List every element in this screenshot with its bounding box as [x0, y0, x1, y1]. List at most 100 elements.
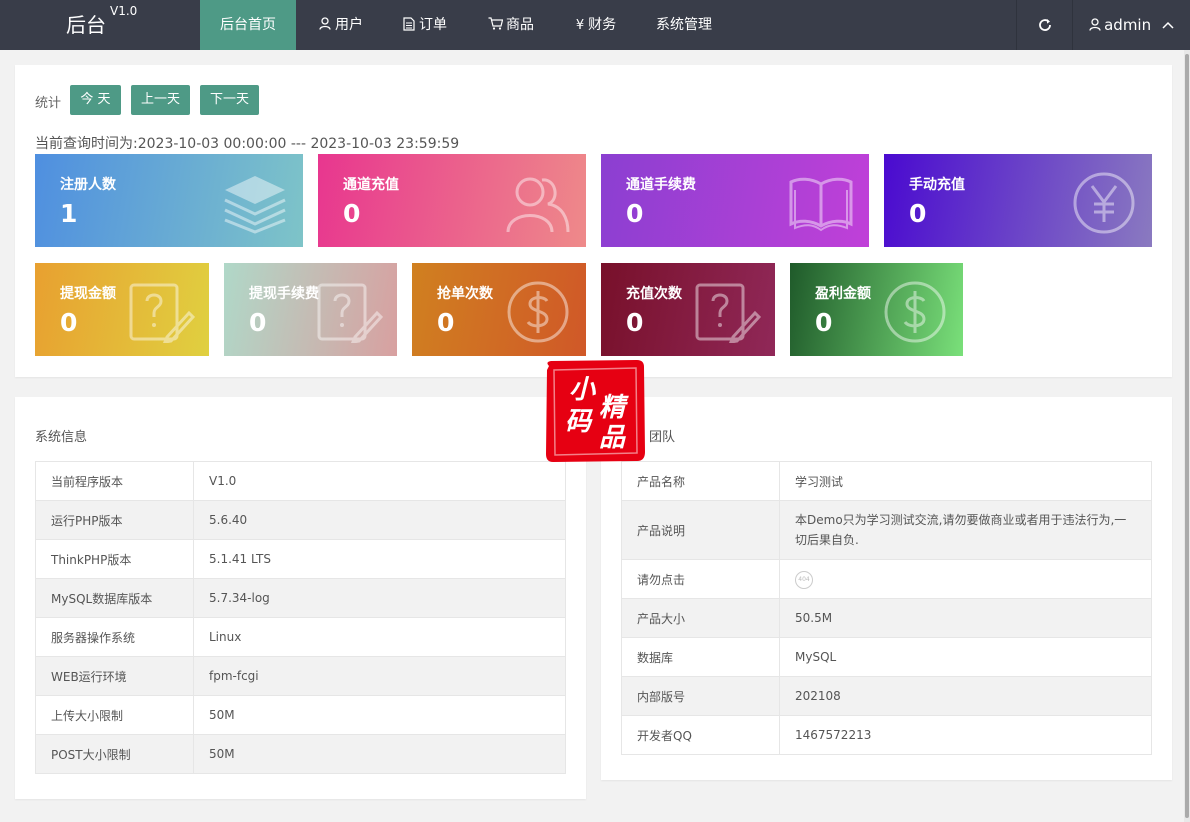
users-icon	[506, 177, 570, 233]
nav-orders[interactable]: 订单	[392, 0, 458, 50]
badge-404[interactable]: 404	[795, 570, 813, 589]
tile-recharge-count[interactable]: 充值次数 0	[601, 263, 775, 356]
scrollbar-thumb[interactable]	[1185, 54, 1189, 818]
refresh-icon	[1038, 19, 1051, 31]
row-value: 5.6.40	[193, 500, 566, 540]
row-key: 数据库	[621, 637, 780, 677]
tile-value: 0	[909, 199, 927, 228]
row-key: 产品说明	[621, 500, 780, 560]
yen-circle-icon	[1073, 172, 1135, 234]
table-row: 开发者QQ 1467572213	[621, 715, 1152, 755]
dollar-circle-icon	[507, 281, 569, 343]
tile-value: 0	[626, 308, 644, 337]
row-key: ThinkPHP版本	[35, 539, 194, 579]
tile-withdraw-amount[interactable]: 提现金额 0	[35, 263, 209, 356]
dollar-circle-icon	[884, 281, 946, 343]
query-time-range: 当前查询时间为:2023-10-03 00:00:00 --- 2023-10-…	[35, 136, 460, 152]
table-row: 请勿点击 404	[621, 559, 1152, 599]
row-key: 请勿点击	[621, 559, 780, 599]
document-icon	[403, 17, 415, 31]
book-icon	[789, 177, 853, 232]
refresh-button[interactable]	[1017, 0, 1072, 50]
tile-manual-recharge[interactable]: 手动充值 0	[884, 154, 1152, 247]
row-key: 服务器操作系统	[35, 617, 194, 657]
table-row: 数据库 MySQL	[621, 637, 1152, 677]
next-day-button[interactable]: 下一天	[200, 85, 259, 115]
tile-value: 0	[815, 308, 833, 337]
tile-value: 1	[60, 199, 78, 228]
table-row: 产品大小 50.5M	[621, 598, 1152, 638]
user-icon	[319, 17, 331, 30]
panel-title: 系统信息	[35, 430, 88, 445]
row-value: MySQL	[779, 637, 1152, 677]
svg-text:品: 品	[599, 423, 626, 453]
row-key: POST大小限制	[35, 734, 194, 774]
question-edit-icon	[317, 283, 383, 343]
nav-products[interactable]: 商品	[478, 0, 544, 50]
yen-icon: ¥	[575, 18, 585, 33]
table-row: ThinkPHP版本 5.1.41 LTS	[35, 539, 566, 579]
nav-system[interactable]: 系统管理	[646, 0, 722, 50]
tile-value: 0	[60, 308, 78, 337]
vertical-scrollbar[interactable]	[1184, 50, 1190, 822]
row-value: fpm-fcgi	[193, 656, 566, 696]
tile-channel-fee[interactable]: 通道手续费 0	[601, 154, 869, 247]
system-info-panel: 系统信息 当前程序版本 V1.0 运行PHP版本 5.6.40 ThinkPHP版本 5.…	[15, 397, 586, 799]
tile-label: 抢单次数	[437, 286, 493, 302]
tile-label: 提现手续费	[249, 286, 319, 302]
panel-title: 团队	[649, 430, 676, 445]
version-label: V1.0	[110, 4, 138, 18]
svg-text:精: 精	[599, 393, 629, 423]
row-key: 内部版号	[621, 676, 780, 716]
row-key: MySQL数据库版本	[35, 578, 194, 618]
user-icon	[1089, 18, 1101, 31]
row-value: 1467572213	[779, 715, 1152, 755]
tile-label: 盈利金额	[815, 286, 871, 302]
tile-channel-recharge[interactable]: 通道充值 0	[318, 154, 586, 247]
row-key: 当前程序版本	[35, 461, 194, 501]
question-edit-icon	[129, 283, 195, 343]
tile-value: 0	[249, 308, 267, 337]
tile-grab-count[interactable]: 抢单次数 0	[412, 263, 586, 356]
row-value: 学习测试	[779, 461, 1152, 501]
question-edit-icon	[695, 283, 761, 343]
table-row: MySQL数据库版本 5.7.34-log	[35, 578, 566, 618]
tile-withdraw-fee[interactable]: 提现手续费 0	[224, 263, 397, 356]
tile-label: 提现金额	[60, 286, 116, 302]
nav-users[interactable]: 用户	[308, 0, 374, 50]
table-row: 产品名称 学习测试	[621, 461, 1152, 501]
table-row: 运行PHP版本 5.6.40	[35, 500, 566, 540]
tile-label: 通道手续费	[626, 177, 696, 193]
table-row: 服务器操作系统 Linux	[35, 617, 566, 657]
row-value[interactable]: 404	[779, 559, 1152, 599]
system-info-table: 当前程序版本 V1.0 运行PHP版本 5.6.40 ThinkPHP版本 5.1.41 …	[35, 461, 566, 774]
top-header: 后台V1.0 后台首页 用户 订单 商品 ¥ 财务 系统管理 admin	[0, 0, 1190, 50]
user-menu[interactable]: admin	[1073, 0, 1190, 50]
row-value: 50M	[193, 695, 566, 735]
seal-stamp-logo: 小 精 码 品	[546, 360, 645, 462]
tile-label: 注册人数	[60, 177, 116, 193]
stats-panel: 统计 今 天 上一天 下一天 当前查询时间为:2023-10-03 00:00:…	[15, 65, 1172, 377]
tile-registered-users[interactable]: 注册人数 1	[35, 154, 303, 247]
table-row: 内部版号 202108	[621, 676, 1152, 716]
row-value: 5.1.41 LTS	[193, 539, 566, 579]
tile-label: 充值次数	[626, 286, 682, 302]
row-key: 运行PHP版本	[35, 500, 194, 540]
row-value: V1.0	[193, 461, 566, 501]
table-row: POST大小限制 50M	[35, 734, 566, 774]
row-value: 50M	[193, 734, 566, 774]
tile-profit-amount[interactable]: 盈利金额 0	[790, 263, 963, 356]
today-button[interactable]: 今 天	[70, 85, 121, 115]
tile-value: 0	[626, 199, 644, 228]
svg-text:码: 码	[565, 407, 593, 437]
team-panel: 团队 产品名称 学习测试 产品说明 本Demo只为学习测试交流,请勿要做商业或者用于违…	[601, 397, 1172, 780]
layers-icon	[224, 176, 286, 234]
chevron-up-icon	[1162, 21, 1174, 29]
nav-finance[interactable]: ¥ 财务	[563, 0, 629, 50]
row-key: 开发者QQ	[621, 715, 780, 755]
tile-value: 0	[437, 308, 455, 337]
logo[interactable]: 后台V1.0	[66, 0, 137, 50]
nav-home[interactable]: 后台首页	[200, 0, 296, 50]
previous-day-button[interactable]: 上一天	[131, 85, 190, 115]
row-value: Linux	[193, 617, 566, 657]
